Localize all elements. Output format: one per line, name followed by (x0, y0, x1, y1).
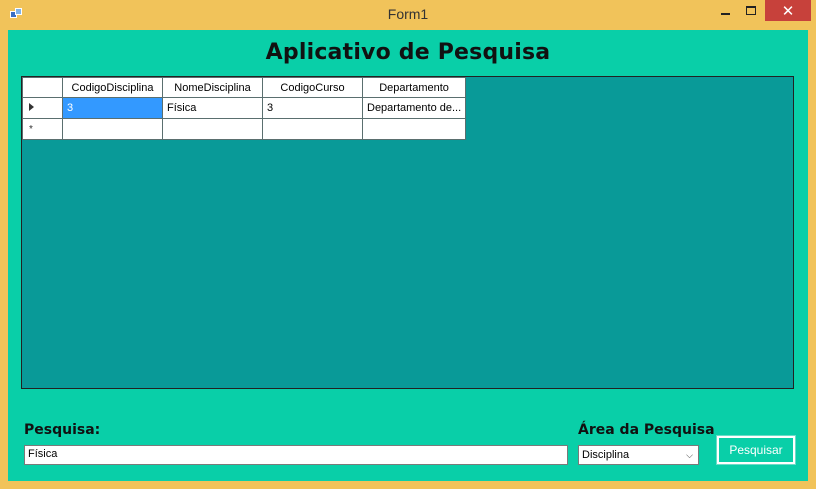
close-icon: ✕ (781, 1, 795, 20)
minimize-icon (720, 12, 730, 15)
new-row-icon: * (29, 124, 33, 135)
column-header-codigo-disciplina[interactable]: CodigoDisciplina (62, 77, 163, 98)
cell-nome-disciplina[interactable]: Física (162, 97, 263, 119)
column-header-departamento[interactable]: Departamento (361, 77, 467, 98)
minimize-button[interactable] (712, 0, 738, 21)
search-area-selected-value: Disciplina (582, 449, 630, 461)
new-cell-nome-disciplina[interactable] (162, 118, 263, 140)
corner-header-cell[interactable] (22, 77, 63, 98)
cell-codigo-disciplina[interactable]: 3 (62, 97, 163, 119)
maximize-button[interactable] (738, 0, 764, 21)
maximize-icon (746, 6, 756, 15)
current-row-arrow-icon (29, 103, 34, 111)
row-header[interactable] (22, 97, 63, 119)
new-row-header[interactable]: * (22, 118, 63, 140)
search-button[interactable]: Pesquisar (716, 435, 796, 465)
search-area-select[interactable]: Disciplina ⌵ (578, 445, 699, 465)
chevron-down-icon: ⌵ (686, 450, 693, 460)
data-grid-table: CodigoDisciplina NomeDisciplina CodigoCu… (22, 77, 467, 140)
new-row[interactable]: * (22, 118, 467, 140)
search-label: Pesquisa: (24, 422, 101, 438)
column-header-codigo-curso[interactable]: CodigoCurso (262, 77, 363, 98)
column-header-nome-disciplina[interactable]: NomeDisciplina (162, 77, 263, 98)
page-title: Aplicativo de Pesquisa (265, 40, 551, 65)
window: Form1 ✕ Aplicativo de Pesquisa CodigoDis… (0, 0, 816, 489)
search-area-label: Área da Pesquisa (578, 422, 715, 438)
window-title: Form1 (387, 6, 429, 22)
cell-codigo-curso[interactable]: 3 (262, 97, 363, 119)
cell-departamento[interactable]: Departamento de... (361, 97, 467, 119)
header-row: CodigoDisciplina NomeDisciplina CodigoCu… (22, 77, 467, 98)
new-cell-codigo-disciplina[interactable] (62, 118, 163, 140)
table-row[interactable]: 3 Física 3 Departamento de... (22, 97, 467, 119)
search-input[interactable]: Física (24, 445, 568, 465)
data-grid[interactable]: CodigoDisciplina NomeDisciplina CodigoCu… (21, 76, 794, 389)
title-bar[interactable]: Form1 ✕ (0, 0, 816, 30)
new-cell-departamento[interactable] (361, 118, 467, 140)
close-button[interactable]: ✕ (765, 0, 811, 21)
new-cell-codigo-curso[interactable] (262, 118, 363, 140)
